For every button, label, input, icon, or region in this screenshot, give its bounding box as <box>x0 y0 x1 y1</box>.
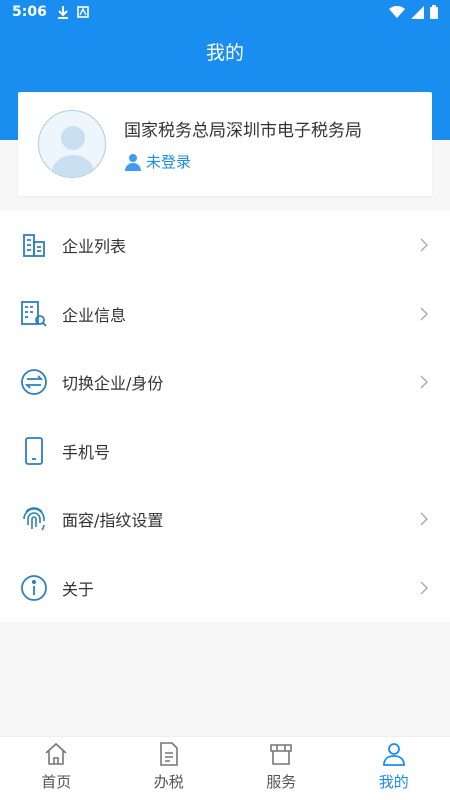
tab-label: 我的 <box>378 773 409 791</box>
avatar[interactable] <box>38 110 106 178</box>
menu-item-company-list[interactable]: 企业列表 <box>0 211 450 280</box>
chevron-right-icon <box>420 512 428 526</box>
info-icon <box>20 574 48 602</box>
chevron-right-icon <box>420 238 428 252</box>
tab-mine[interactable]: 我的 <box>338 737 450 800</box>
menu-item-label: 面容/指纹设置 <box>62 511 164 531</box>
menu-item-switch-identity[interactable]: 切换企业/身份 <box>0 348 450 417</box>
phone-icon <box>20 436 48 465</box>
bottom-navigation: 首页 办税 服务 我的 <box>0 736 450 800</box>
menu-item-company-info[interactable]: 企业信息 <box>0 280 450 349</box>
menu-item-label: 关于 <box>62 579 95 599</box>
home-icon <box>45 742 67 765</box>
menu-item-phone[interactable]: 手机号 <box>0 417 450 486</box>
user-icon <box>125 153 141 171</box>
menu-item-label: 手机号 <box>62 442 111 462</box>
switch-icon <box>20 368 48 396</box>
default-avatar-icon <box>51 126 95 177</box>
profile-card[interactable]: 国家税务总局深圳市电子税务局 未登录 <box>18 92 432 196</box>
building-icon <box>20 231 48 259</box>
tab-service[interactable]: 服务 <box>225 737 338 800</box>
app-notification-icon <box>77 6 89 18</box>
signal-icon <box>411 5 424 19</box>
menu-item-label: 企业列表 <box>62 237 127 257</box>
menu-item-biometric[interactable]: 面容/指纹设置 <box>0 485 450 554</box>
user-icon <box>382 743 405 766</box>
tab-label: 办税 <box>153 773 184 791</box>
wifi-icon <box>389 5 405 18</box>
settings-menu: 企业列表 企业信息 切换企业/身份 手机号 面容/指纹设置 关于 <box>0 211 450 622</box>
login-link[interactable]: 未登录 <box>124 151 362 172</box>
chevron-right-icon <box>420 307 428 321</box>
menu-item-label: 企业信息 <box>62 305 127 325</box>
login-status: 未登录 <box>146 153 192 171</box>
menu-item-about[interactable]: 关于 <box>0 554 450 623</box>
tab-label: 服务 <box>266 773 297 791</box>
status-bar: 5:06 <box>0 0 450 24</box>
download-icon <box>57 6 68 19</box>
tab-label: 首页 <box>41 773 72 791</box>
tab-tax[interactable]: 办税 <box>113 737 226 800</box>
chevron-right-icon <box>420 581 428 595</box>
tab-home[interactable]: 首页 <box>0 737 113 800</box>
store-icon <box>270 744 293 765</box>
chevron-right-icon <box>420 375 428 389</box>
status-time: 5:06 <box>12 4 47 20</box>
fingerprint-icon <box>20 505 48 533</box>
company-info-icon <box>20 300 48 328</box>
document-icon <box>159 742 178 766</box>
battery-icon <box>430 5 438 19</box>
page-title: 我的 <box>205 42 244 64</box>
menu-item-label: 切换企业/身份 <box>62 374 164 394</box>
organization-name: 国家税务总局深圳市电子税务局 <box>124 121 362 141</box>
